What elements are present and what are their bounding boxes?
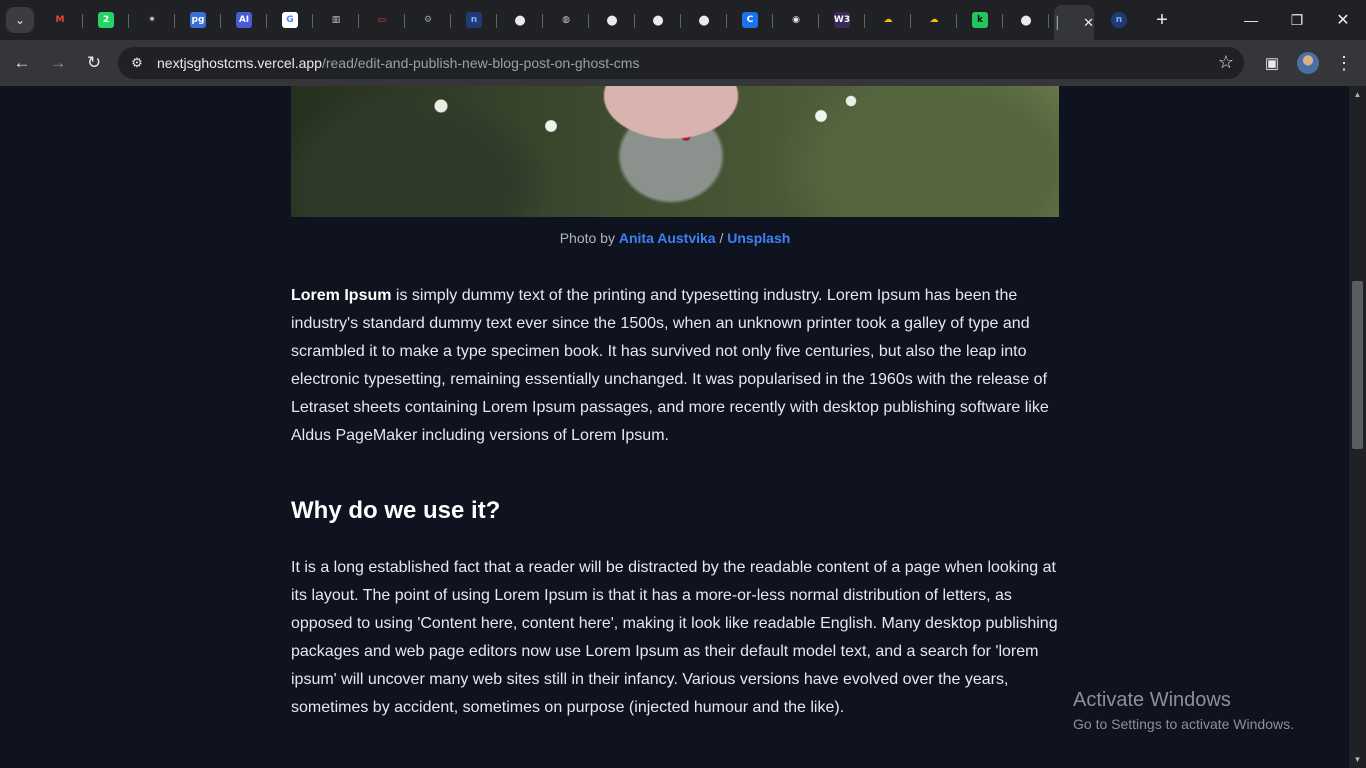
tab-9[interactable]: ⚙ [405,5,451,35]
tab-19[interactable]: ☁ [865,5,911,35]
section-heading: Why do we use it? [291,497,501,524]
github-icon: ● [650,12,666,28]
pill-icon: ▭ [374,12,390,28]
tab-last[interactable]: n [1096,5,1142,35]
tab-14[interactable]: ● [635,5,681,35]
hero-image [291,86,1059,217]
c-icon: C [742,12,758,28]
bot-icon: ◉ [788,12,804,28]
caption-author-link[interactable]: Anita Austvika [619,230,716,246]
url-host: nextjsghostcms.vercel.app [157,55,322,71]
active-tab[interactable]: ▏ ✕ [1054,5,1094,40]
w3-icon: W3 [834,12,850,28]
tab-11[interactable]: ● [497,5,543,35]
github-icon: ● [604,12,620,28]
url-path: /read/edit-and-publish-new-blog-post-on-… [321,55,640,71]
forward-button[interactable]: → [44,49,72,77]
paragraph-bold-lead: Lorem Ipsum [291,287,392,304]
tab-21[interactable]: k [957,5,1003,35]
restore-button[interactable]: ❐ [1274,0,1320,40]
google-icon: G [282,12,298,28]
ai-icon: AI [236,12,252,28]
globe-icon: ◍ [558,12,574,28]
caption-source-link[interactable]: Unsplash [727,230,790,246]
tab-3[interactable]: ✶ [129,5,175,35]
pinwheel-icon: ✶ [144,12,160,28]
page-scrollbar[interactable]: ▲ ▼ [1349,86,1366,768]
tab-17[interactable]: ◉ [773,5,819,35]
tab-4[interactable]: pg [175,5,221,35]
tab-1[interactable]: M [37,5,83,35]
caption-prefix: Photo by [559,230,619,246]
settings-icon: ⚙ [420,12,436,28]
gmail-icon: M [52,12,68,28]
tab-search-button[interactable]: ⌄ [6,7,34,33]
scroll-thumb[interactable] [1352,280,1363,449]
tab-7[interactable]: ▥ [313,5,359,35]
back-button[interactable]: ← [8,49,36,77]
minimize-button[interactable]: — [1228,0,1274,40]
tab-2[interactable]: 2 [83,5,129,35]
page-viewport: Photo by Anita Austvika / Unsplash Lorem… [0,86,1349,768]
bookmark-star-icon[interactable]: ☆ [1218,52,1234,73]
browser-toolbar: ← → ↻ ⚙ nextjsghostcms.vercel.app/read/e… [0,40,1366,86]
activate-windows-watermark: Activate Windows Go to Settings to activ… [1073,689,1294,732]
paragraph-lorem: Lorem Ipsum is simply dummy text of the … [291,282,1063,450]
n-icon: n [466,12,482,28]
tab-5[interactable]: AI [221,5,267,35]
caption-separator: / [715,230,728,246]
tab-16[interactable]: C [727,5,773,35]
pg-icon: pg [190,12,206,28]
site-info-icon[interactable]: ⚙ [128,54,146,72]
tab-strip: ⌄ M 2 ✶ pg AI G ▥ ▭ ⚙ n ● ◍ ● ● ● C ◉ W3 ☁ ☁ k ● ▏ ✕ n + — ❐ … [0,0,1366,40]
new-tab-button[interactable]: + [1150,8,1174,32]
address-bar[interactable]: ⚙ nextjsghostcms.vercel.app/read/edit-an… [118,47,1244,79]
paragraph-body: is simply dummy text of the printing and… [291,287,1049,444]
scroll-down-arrow-icon[interactable]: ▼ [1349,751,1366,768]
paragraph-why: It is a long established fact that a rea… [291,559,1058,716]
cloud-icon: ☁ [880,12,896,28]
image-caption: Photo by Anita Austvika / Unsplash [291,230,1059,246]
cloud-icon: ☁ [926,12,942,28]
tab-12[interactable]: ◍ [543,5,589,35]
profile-avatar[interactable] [1297,52,1319,74]
tab-18[interactable]: W3 [819,5,865,35]
tab-6[interactable]: G [267,5,313,35]
watermark-title: Activate Windows [1073,689,1231,711]
k-icon: k [972,12,988,28]
tab-separator [1048,14,1049,28]
scroll-up-arrow-icon[interactable]: ▲ [1349,86,1366,103]
side-panel-icon[interactable]: ▣ [1258,49,1286,77]
close-window-button[interactable]: ✕ [1320,0,1366,40]
github-icon: ● [512,12,528,28]
github-icon: ● [1018,12,1034,28]
tab-10[interactable]: n [451,5,497,35]
tab-20[interactable]: ☁ [911,5,957,35]
menu-kebab-icon[interactable]: ⋮ [1330,49,1358,77]
docs-icon: ▥ [328,12,344,28]
tab-8[interactable]: ▭ [359,5,405,35]
tab-22[interactable]: ● [1003,5,1049,35]
tab-15[interactable]: ● [681,5,727,35]
reload-button[interactable]: ↻ [80,49,108,77]
close-tab-icon[interactable]: ✕ [1083,15,1094,31]
whatsapp-icon: 2 [98,12,114,28]
blank-favicon-icon: ▏ [1056,15,1067,30]
watermark-subtitle: Go to Settings to activate Windows. [1073,716,1294,732]
tab-13[interactable]: ● [589,5,635,35]
n-icon: n [1111,12,1127,28]
github-icon: ● [696,12,712,28]
url-text[interactable]: nextjsghostcms.vercel.app/read/edit-and-… [157,55,639,71]
